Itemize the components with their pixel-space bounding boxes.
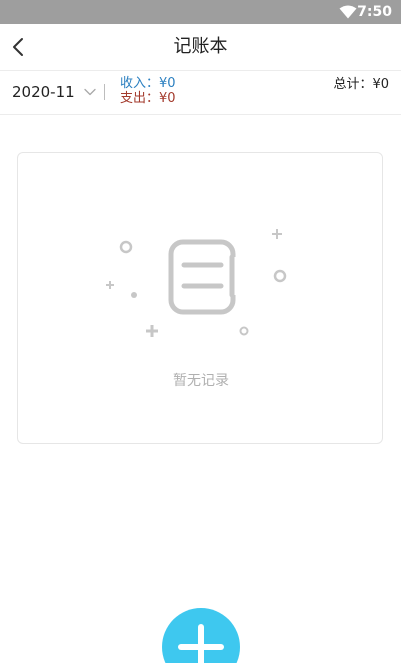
income-total: 收入：¥0 (120, 76, 176, 91)
empty-message: 暂无记录 (173, 373, 229, 389)
empty-records-icon (106, 229, 287, 337)
status-bar: 7:50 (0, 0, 401, 24)
chevron-down-icon (84, 88, 96, 96)
add-record-button[interactable] (162, 608, 240, 663)
screen: 7:50 记账本 2020-11 收入：¥0 支出：¥0 总计：¥0 暂无记录 (0, 0, 401, 663)
grand-total: 总计：¥0 (333, 77, 389, 92)
empty-state-card: 暂无记录 (17, 152, 383, 444)
month-label: 2020-11 (12, 83, 75, 101)
expense-total: 支出：¥0 (120, 91, 176, 106)
app-bar: 记账本 (0, 24, 401, 71)
wifi-icon (339, 5, 357, 19)
page-title: 记账本 (173, 36, 228, 57)
plus-icon (178, 624, 224, 663)
status-time: 7:50 (357, 4, 392, 20)
summary-bar: 2020-11 收入：¥0 支出：¥0 总计：¥0 (0, 71, 401, 115)
month-picker[interactable]: 2020-11 (12, 81, 96, 103)
summary-divider (104, 84, 105, 100)
